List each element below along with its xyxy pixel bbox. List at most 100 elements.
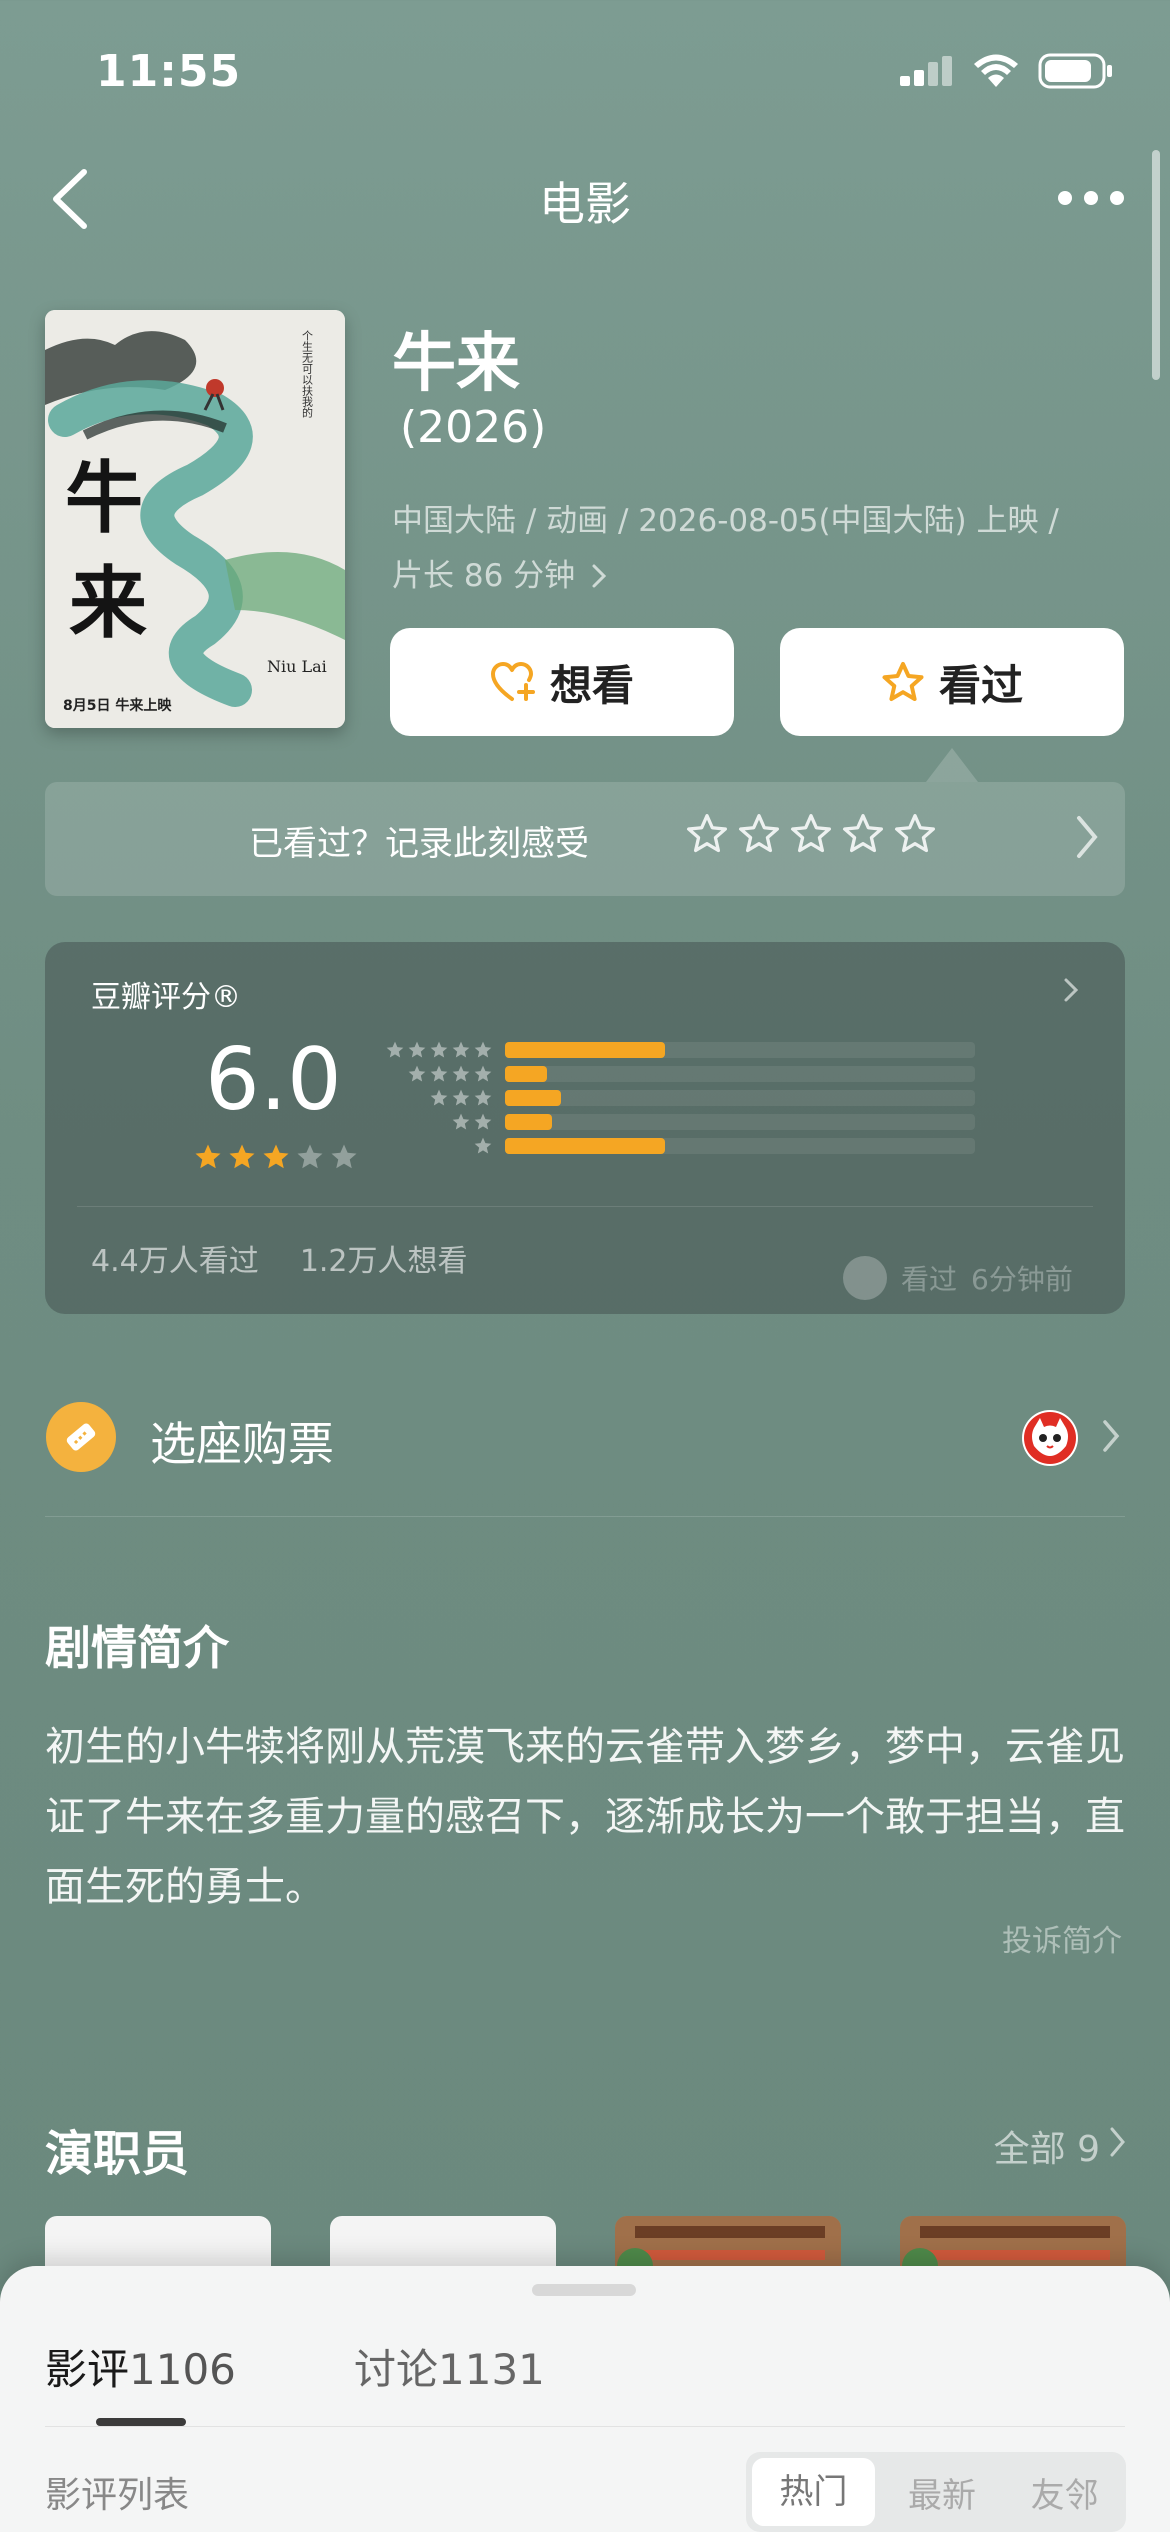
sort-segmented-control[interactable]: 热门 最新 友邻 [746, 2452, 1126, 2532]
divider [77, 1206, 1093, 1207]
friend-action: 看过 [901, 1263, 958, 1296]
active-tab-indicator [96, 2418, 186, 2426]
want-label: 想看 [549, 660, 634, 710]
small-star-icon [452, 1113, 470, 1130]
svg-text:8月5日 牛来上映: 8月5日 牛来上映 [63, 697, 172, 714]
star-outline-icon[interactable] [789, 812, 833, 856]
small-star-icon [474, 1041, 492, 1058]
small-star-icon [474, 1113, 492, 1130]
rating-bar-fill [505, 1090, 562, 1106]
movie-title: 牛来 [392, 327, 520, 401]
record-feeling-bar[interactable]: 已看过？记录此刻感受 [45, 782, 1125, 896]
seen-label: 看过 [938, 660, 1023, 710]
chevron-right-icon [1064, 978, 1079, 1002]
rating-bar-track [505, 1114, 975, 1130]
chevron-right-icon [1103, 1420, 1120, 1452]
small-star-icon [474, 1065, 492, 1082]
movie-meta-line1: 中国大陆 / 动画 / 2026-08-05(中国大陆) 上映 / [392, 503, 1059, 539]
maoyan-cat-icon[interactable] [1022, 1410, 1078, 1466]
more-dot-icon [1110, 191, 1124, 205]
more-options-button[interactable] [1056, 180, 1126, 216]
chevron-right-icon [1110, 2127, 1125, 2157]
rating-bar-fill [505, 1138, 665, 1154]
rating-bar-fill [505, 1066, 548, 1082]
star-empty-icon [297, 1144, 323, 1169]
bar-star-label [383, 1064, 493, 1084]
scrollbar[interactable] [1152, 150, 1160, 380]
star-outline-icon[interactable] [737, 812, 781, 856]
cast-heading: 演职员 [45, 2126, 190, 2182]
star-empty-icon [331, 1144, 357, 1169]
poster-artwork: 牛 来 Niu Lai 8月5日 牛来上映 个生无可以扶我的 [45, 310, 345, 728]
movie-meta[interactable]: 中国大陆 / 动画 / 2026-08-05(中国大陆) 上映 / 片长 86 … [392, 494, 1112, 604]
sort-latest[interactable]: 最新 [881, 2468, 1004, 2517]
tab-reviews[interactable]: 影评1106 [45, 2336, 236, 2397]
record-star-input[interactable] [685, 812, 937, 856]
svg-text:个生无可以扶我的: 个生无可以扶我的 [301, 330, 314, 419]
movie-meta-line2: 片长 86 分钟 [392, 549, 1112, 604]
star-outline-icon [882, 662, 924, 701]
star-outline-icon[interactable] [841, 812, 885, 856]
page-title: 电影 [539, 177, 631, 231]
more-dot-icon [1084, 191, 1098, 205]
movie-poster[interactable]: 牛 来 Niu Lai 8月5日 牛来上映 个生无可以扶我的 [45, 310, 345, 728]
want-to-watch-button[interactable]: 想看 [390, 628, 734, 736]
svg-text:Niu Lai: Niu Lai [267, 657, 327, 676]
buy-ticket-label[interactable]: 选座购票 [150, 1408, 334, 1474]
small-star-icon [452, 1065, 470, 1082]
rating-bar-fill [505, 1114, 552, 1130]
rating-bar-row [383, 1062, 975, 1086]
svg-text:来: 来 [69, 558, 147, 649]
synopsis-heading: 剧情简介 [45, 1621, 229, 1675]
small-star-icon [408, 1041, 426, 1058]
douban-rating-card[interactable]: 豆瓣评分® 6.0 4.4万人看过 1.2万人想看 看过 6分钟前 [45, 942, 1125, 1314]
small-star-icon [452, 1089, 470, 1106]
seen-count: 4.4万人看过 [91, 1244, 259, 1279]
heart-plus-icon [490, 662, 535, 701]
status-time: 11:55 [96, 46, 242, 97]
small-star-icon [408, 1065, 426, 1082]
report-synopsis-link[interactable]: 投诉简介 [1002, 1916, 1122, 1960]
small-star-icon [430, 1065, 448, 1082]
battery-icon [1038, 53, 1112, 89]
rating-bar-row [383, 1086, 975, 1110]
sort-hot[interactable]: 热门 [752, 2458, 875, 2526]
drag-handle[interactable] [532, 2284, 636, 2296]
cast-all-link[interactable]: 全部 9 [994, 2120, 1100, 2172]
avatar [843, 1256, 887, 1300]
star-outline-icon[interactable] [893, 812, 937, 856]
small-star-icon [430, 1089, 448, 1106]
watched-button[interactable]: 看过 [780, 628, 1124, 736]
ticket-icon [46, 1402, 116, 1472]
star-outline-icon[interactable] [685, 812, 729, 856]
rating-bar-row [383, 1038, 975, 1062]
rating-label: 豆瓣评分® [91, 980, 241, 1015]
reviews-bottom-sheet[interactable]: 影评1106 讨论1131 影评列表 热门 最新 友邻 [0, 2266, 1170, 2532]
small-star-icon [474, 1137, 492, 1154]
rating-bar-track [505, 1138, 975, 1154]
sort-friends[interactable]: 友邻 [1003, 2468, 1126, 2517]
bar-star-label [383, 1112, 493, 1132]
poster-title-text: 牛 [65, 453, 143, 544]
rating-bar-track [505, 1090, 975, 1106]
small-star-icon [386, 1041, 404, 1058]
friend-activity[interactable]: 看过 6分钟前 [843, 1256, 1073, 1300]
small-star-icon [430, 1041, 448, 1058]
divider [45, 1516, 1125, 1517]
star-filled-icon [229, 1144, 255, 1169]
chevron-right-icon [592, 564, 607, 588]
callout-pointer [926, 748, 978, 782]
rating-stats: 4.4万人看过 1.2万人想看 [91, 1236, 468, 1280]
chevron-right-icon [1077, 816, 1098, 858]
friend-time: 6分钟前 [971, 1263, 1073, 1296]
divider [45, 2426, 1125, 2427]
bar-star-label [383, 1088, 493, 1108]
review-list-label: 影评列表 [45, 2475, 190, 2516]
tab-discussion[interactable]: 讨论1131 [354, 2336, 545, 2397]
cellular-signal-icon [900, 56, 952, 86]
record-prompt: 已看过？记录此刻感受 [249, 824, 589, 864]
movie-year: (2026) [400, 402, 547, 453]
synopsis-text[interactable]: 初生的小牛犊将刚从荒漠飞来的云雀带入梦乡，梦中，云雀见证了牛来在多重力量的感召下… [45, 1712, 1130, 1922]
rating-bar-fill [505, 1042, 665, 1058]
rating-bar-track [505, 1042, 975, 1058]
